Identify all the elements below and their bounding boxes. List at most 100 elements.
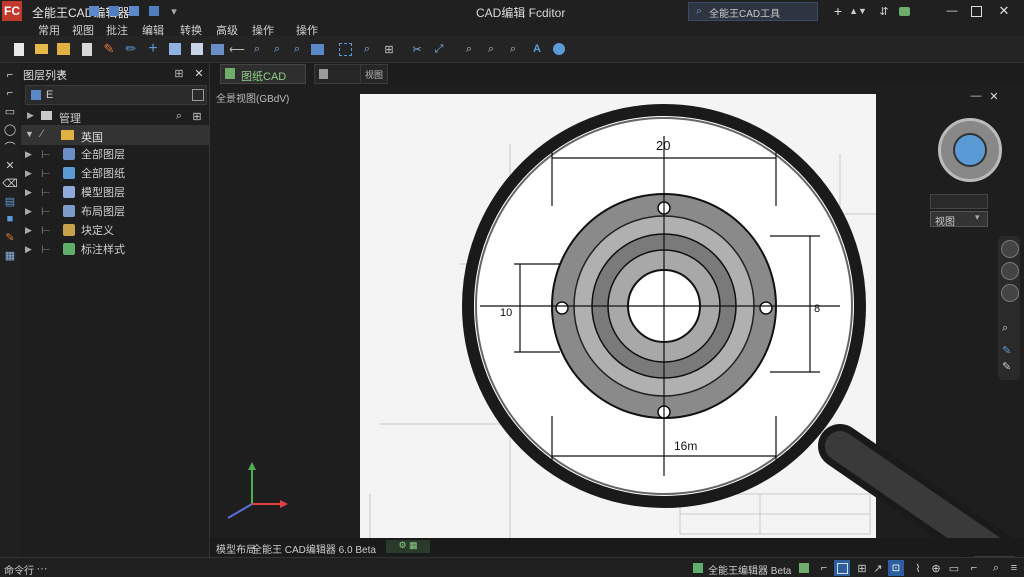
extend-icon[interactable]: ⤢ [430, 40, 448, 58]
close-icon[interactable]: ✕ [996, 3, 1012, 19]
select-box-icon[interactable] [336, 40, 354, 58]
tab-blank[interactable] [314, 64, 362, 84]
layer-tree-item[interactable]: ▶ ⊢ 标注样式 [25, 240, 209, 258]
search-box[interactable]: ⌕ 全能王CAD工具 [688, 2, 818, 21]
quick-open-icon[interactable] [106, 3, 122, 19]
line-tool-icon[interactable]: ⌐ [2, 67, 18, 83]
pencil-icon[interactable]: ✏ [122, 40, 140, 58]
arc-tool-icon[interactable]: ⌒ [2, 139, 18, 155]
delete-tool-icon[interactable]: ✕ [2, 157, 18, 173]
tab-drawing[interactable]: 图纸CAD [220, 64, 306, 84]
block-tool-icon[interactable]: ■ [2, 211, 18, 227]
grid-icon[interactable]: ⌐ [816, 560, 832, 576]
zoom-out-icon[interactable]: ⌕ [268, 40, 286, 58]
zoom-extent-icon[interactable]: ⌕ [504, 40, 522, 58]
trim-icon[interactable]: ✂ [408, 40, 426, 58]
search-icon[interactable]: ⌕ [988, 560, 1004, 576]
nav-pan-icon[interactable] [1001, 262, 1019, 280]
nav-full-icon[interactable] [1001, 240, 1019, 258]
panel-close-icon[interactable]: ✕ [191, 65, 207, 81]
status-menu-icon[interactable]: ≡ [1006, 560, 1022, 576]
tab-view[interactable]: 视图 [360, 64, 388, 84]
hatch-tool-icon[interactable]: ▤ [2, 193, 18, 209]
viewcube[interactable] [938, 118, 1002, 182]
compass-icon[interactable] [550, 40, 568, 58]
section-row[interactable]: ▶ 管理 ⌕ ⊞ [21, 107, 209, 126]
open-recent-icon[interactable] [54, 40, 72, 58]
maximize-icon[interactable] [968, 3, 984, 19]
layer-tree-item[interactable]: ▶ ⊢ 全部图纸 [25, 164, 209, 182]
command-dropdown-icon[interactable]: ⋯ [34, 560, 50, 576]
canvas-close-icon[interactable]: ✕ [986, 88, 1002, 104]
lineweight-icon[interactable]: ⌇ [910, 560, 926, 576]
nav-orbit-icon[interactable] [1001, 284, 1019, 302]
layer-tree-item[interactable]: ▶ ⊢ 块定义 [25, 221, 209, 239]
layer-search-field[interactable]: E [25, 85, 207, 105]
share-icon[interactable] [896, 3, 912, 19]
tree-line-icon: ⊢ [41, 205, 51, 218]
find-icon[interactable]: ⌕ [358, 40, 376, 58]
otrack-icon[interactable]: ⊡ [888, 560, 904, 576]
table-tool-icon[interactable]: ▦ [2, 247, 18, 263]
open-folder-icon[interactable] [32, 40, 50, 58]
print-icon[interactable] [308, 40, 326, 58]
folder-icon [61, 130, 74, 140]
right-dropdown-2[interactable]: 视图 ▾ [930, 211, 988, 228]
nav-more-icon[interactable]: ✎ [1002, 360, 1011, 373]
polyline-tool-icon[interactable]: ⌐ [2, 85, 18, 101]
layer-tree-item[interactable]: ▶ ⊢ 模型图层 [25, 183, 209, 201]
osnap-icon[interactable]: ↗ [870, 560, 886, 576]
folder-icon [41, 111, 52, 120]
quick-save-icon[interactable] [126, 3, 142, 19]
copy-icon[interactable] [188, 40, 206, 58]
erase-tool-icon[interactable]: ⌫ [2, 175, 18, 191]
quick-undo-icon[interactable] [146, 3, 162, 19]
sync-icon[interactable]: ⇵ [876, 3, 892, 19]
zoom-prev-icon[interactable]: ⌕ [460, 40, 478, 58]
collapse-arrow-icon: ▶ [27, 110, 34, 120]
snap-icon[interactable] [796, 560, 812, 576]
nav-zoom-icon[interactable]: ⌕ [1002, 322, 1008, 335]
layer-status-icon[interactable]: ▭ [946, 560, 962, 576]
expand-icon[interactable]: ▲▼ [849, 3, 867, 19]
move-icon[interactable]: ⟵ [228, 40, 246, 58]
polar-icon[interactable]: ⊞ [854, 560, 870, 576]
layer-tree-item[interactable]: ▶ ⊢ 全部图层 [25, 145, 209, 163]
status-right-label: 全能王编辑器 Beta [708, 566, 792, 577]
plus-icon[interactable]: ⚙ ▦ [386, 540, 430, 553]
circle-tool-icon[interactable]: ◯ [2, 121, 18, 137]
transparency-icon[interactable]: ⌐ [966, 560, 982, 576]
nav-edit-icon[interactable]: ✎ [1002, 344, 1011, 357]
zoom-in-icon[interactable]: ⌕ [248, 40, 266, 58]
text-icon[interactable]: A [528, 40, 546, 58]
edit-tool-icon[interactable]: ✎ [2, 229, 18, 245]
pin-icon[interactable]: ⊞ [171, 65, 187, 81]
chevron-down-icon[interactable]: ▾ [166, 3, 182, 19]
add-icon[interactable]: + [830, 3, 846, 19]
rect-tool-icon[interactable]: ▭ [2, 103, 18, 119]
layer-tree-item[interactable]: ▶ ⊢ 布局图层 [25, 202, 209, 220]
model-tab-bar: 模型布局 全能王 CAD编辑器 6.0 Beta ⚙ ▦ [210, 538, 1024, 556]
expand-arrow-icon: ▼ [25, 129, 34, 139]
zoom-all-icon[interactable]: ⌕ [482, 40, 500, 58]
measure-icon[interactable]: ⊞ [380, 40, 398, 58]
ortho-icon[interactable] [834, 560, 850, 576]
minimize-icon[interactable]: — [944, 3, 960, 19]
settings-icon[interactable]: ⊞ [189, 108, 205, 124]
layout-tab-label[interactable]: 全能王 CAD编辑器 6.0 Beta [252, 541, 376, 556]
layer-icon[interactable] [166, 40, 184, 58]
model-tab-label[interactable]: 模型布局 [216, 541, 256, 556]
search-icon[interactable]: ⌕ [171, 108, 187, 124]
document-icon[interactable] [78, 40, 96, 58]
zoom-window-icon[interactable]: ⌕ [288, 40, 306, 58]
quick-new-icon[interactable] [86, 3, 102, 19]
right-dropdown-1[interactable] [930, 194, 988, 209]
root-row[interactable]: ▼ ⁄ 英国 [21, 125, 209, 145]
cross-icon[interactable]: + [144, 40, 162, 58]
pen-icon[interactable]: ✎ [100, 40, 118, 58]
workspace-icon[interactable]: ⊕ [928, 560, 944, 576]
panel-menu-icon[interactable]: ▾ [55, 65, 71, 81]
new-file-icon[interactable] [10, 40, 28, 58]
image-icon[interactable] [208, 40, 226, 58]
canvas-minimize-icon[interactable]: — [968, 88, 984, 104]
